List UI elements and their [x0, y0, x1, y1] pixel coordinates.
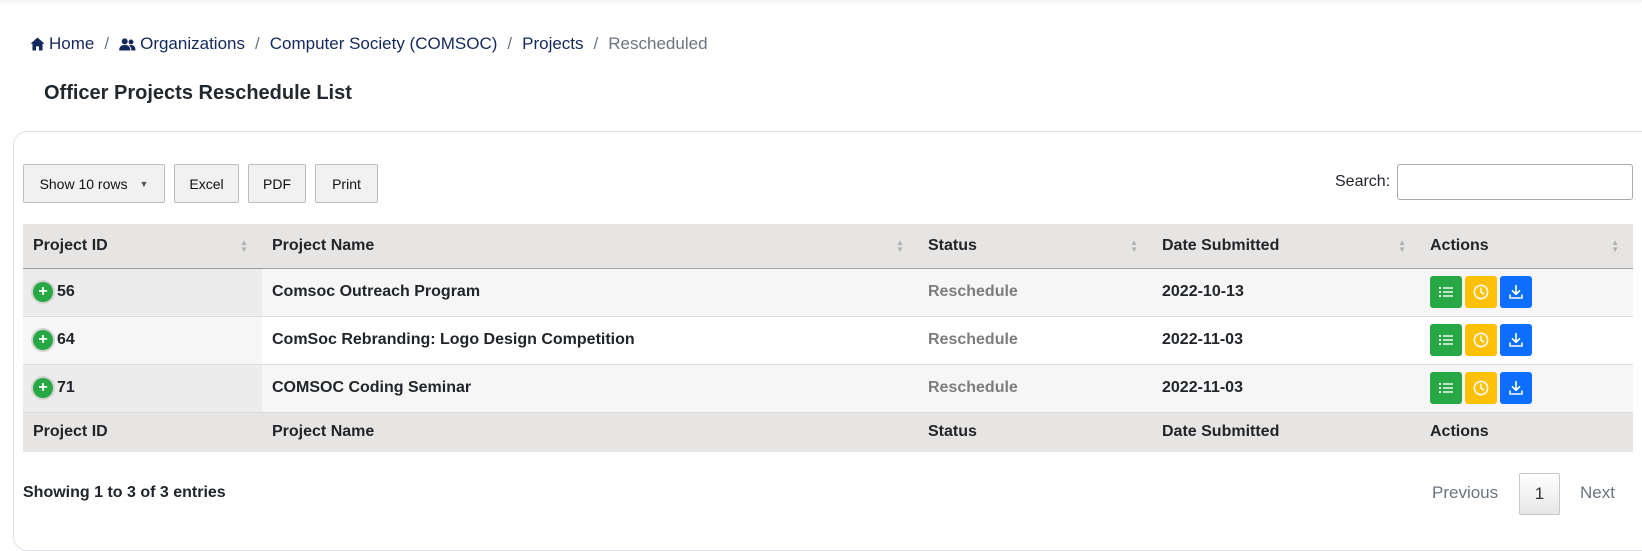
status-cell: Reschedule: [918, 268, 1152, 317]
actions-cell: [1420, 364, 1633, 413]
download-button[interactable]: [1500, 276, 1532, 308]
project-name-cell: Comsoc Outreach Program: [262, 268, 918, 317]
top-bar-shadow: [0, 0, 1642, 4]
project-id: 64: [57, 331, 75, 348]
clock-icon: [1473, 284, 1489, 300]
users-icon: [119, 37, 136, 51]
page-title: Officer Projects Reschedule List: [44, 82, 352, 104]
date-submitted-cell: 2022-11-03: [1152, 364, 1420, 413]
column-header-project-name[interactable]: Project Name ▲ ▼: [262, 224, 918, 269]
list-icon: [1439, 383, 1453, 393]
sort-icon: ▲ ▼: [896, 238, 904, 254]
pagination-next[interactable]: Next: [1580, 483, 1615, 503]
column-header-label: Actions: [1430, 236, 1489, 254]
actions-cell: [1420, 316, 1633, 365]
download-icon: [1509, 284, 1523, 299]
excel-button[interactable]: Excel: [174, 164, 239, 203]
table-header-row: Project ID ▲ ▼ Project Name ▲ ▼ Status ▲ ▼ Dat…: [23, 224, 1633, 269]
column-header-label: Date Submitted: [1162, 236, 1280, 254]
clock-icon: [1473, 332, 1489, 348]
table-info: Showing 1 to 3 of 3 entries: [23, 484, 226, 501]
breadcrumb-organizations-label: Organizations: [140, 34, 245, 53]
pagination-previous[interactable]: Previous: [1432, 483, 1498, 503]
footer-header-date-submitted: Date Submitted: [1152, 411, 1420, 452]
reschedule-button[interactable]: [1465, 276, 1497, 308]
expand-row-icon[interactable]: +: [33, 282, 53, 302]
sort-icon: ▲ ▼: [1398, 238, 1406, 254]
table-footer-row: Project ID Project Name Status Date Subm…: [23, 411, 1633, 452]
breadcrumb-separator: /: [507, 34, 513, 53]
breadcrumb-projects[interactable]: Projects: [522, 34, 583, 54]
expand-row-icon[interactable]: +: [33, 330, 53, 350]
print-button[interactable]: Print: [315, 164, 378, 203]
column-header-label: Status: [928, 236, 977, 254]
footer-header-project-name: Project Name: [262, 411, 918, 452]
show-rows-label: Show 10 rows: [39, 175, 128, 192]
home-icon: [30, 37, 45, 51]
download-icon: [1509, 332, 1523, 347]
project-id-cell: +64: [23, 316, 262, 365]
status-cell: Reschedule: [918, 364, 1152, 413]
search-label: Search:: [1335, 173, 1391, 190]
download-button[interactable]: [1500, 324, 1532, 356]
footer-header-status: Status: [918, 411, 1152, 452]
date-submitted-cell: 2022-10-13: [1152, 268, 1420, 317]
list-icon: [1439, 335, 1453, 345]
table-row: +56 Comsoc Outreach Program Reschedule 2…: [23, 268, 1633, 317]
breadcrumb-separator: /: [254, 34, 260, 53]
project-id-cell: +71: [23, 364, 262, 413]
project-name-cell: COMSOC Coding Seminar: [262, 364, 918, 413]
sort-icon: ▲ ▼: [1130, 238, 1138, 254]
reschedule-button[interactable]: [1465, 372, 1497, 404]
view-details-button[interactable]: [1430, 276, 1462, 308]
search-input[interactable]: [1397, 164, 1633, 200]
project-name-cell: ComSoc Rebranding: Logo Design Competiti…: [262, 316, 918, 365]
footer-header-project-id: Project ID: [23, 411, 262, 452]
expand-row-icon[interactable]: +: [33, 378, 53, 398]
breadcrumb: Home / Organizations / Computer Society …: [30, 33, 708, 55]
table-row: +64 ComSoc Rebranding: Logo Design Compe…: [23, 316, 1633, 365]
breadcrumb-organizations[interactable]: Organizations: [119, 34, 245, 54]
sort-icon: ▲ ▼: [240, 238, 248, 254]
column-header-status[interactable]: Status ▲ ▼: [918, 224, 1152, 269]
project-id-cell: +56: [23, 268, 262, 317]
project-id: 71: [57, 379, 75, 396]
pagination-page-1[interactable]: 1: [1519, 473, 1560, 515]
caret-down-icon: ▼: [139, 178, 149, 189]
pdf-button[interactable]: PDF: [248, 164, 306, 203]
actions-cell: [1420, 268, 1633, 317]
projects-table: Project ID ▲ ▼ Project Name ▲ ▼ Status ▲ ▼ Dat…: [23, 224, 1633, 452]
breadcrumb-current: Rescheduled: [608, 34, 708, 53]
view-details-button[interactable]: [1430, 324, 1462, 356]
status-cell: Reschedule: [918, 316, 1152, 365]
footer-header-actions: Actions: [1420, 411, 1633, 452]
column-header-label: Project ID: [33, 236, 108, 254]
list-icon: [1439, 287, 1453, 297]
sort-icon: ▲ ▼: [1611, 238, 1619, 254]
column-header-actions[interactable]: Actions ▲ ▼: [1420, 224, 1633, 269]
breadcrumb-home[interactable]: Home: [30, 34, 94, 54]
breadcrumb-home-label: Home: [49, 34, 95, 53]
breadcrumb-organization[interactable]: Computer Society (COMSOC): [270, 34, 498, 54]
column-header-project-id[interactable]: Project ID ▲ ▼: [23, 224, 262, 269]
date-submitted-cell: 2022-11-03: [1152, 316, 1420, 365]
table-row: +71 COMSOC Coding Seminar Reschedule 202…: [23, 364, 1633, 413]
breadcrumb-separator: /: [104, 34, 110, 53]
breadcrumb-separator: /: [593, 34, 599, 53]
download-button[interactable]: [1500, 372, 1532, 404]
download-icon: [1509, 380, 1523, 395]
view-details-button[interactable]: [1430, 372, 1462, 404]
reschedule-button[interactable]: [1465, 324, 1497, 356]
clock-icon: [1473, 380, 1489, 396]
column-header-date-submitted[interactable]: Date Submitted ▲ ▼: [1152, 224, 1420, 269]
column-header-label: Project Name: [272, 236, 375, 254]
show-rows-dropdown[interactable]: Show 10 rows ▼: [23, 164, 165, 203]
project-id: 56: [57, 283, 75, 300]
